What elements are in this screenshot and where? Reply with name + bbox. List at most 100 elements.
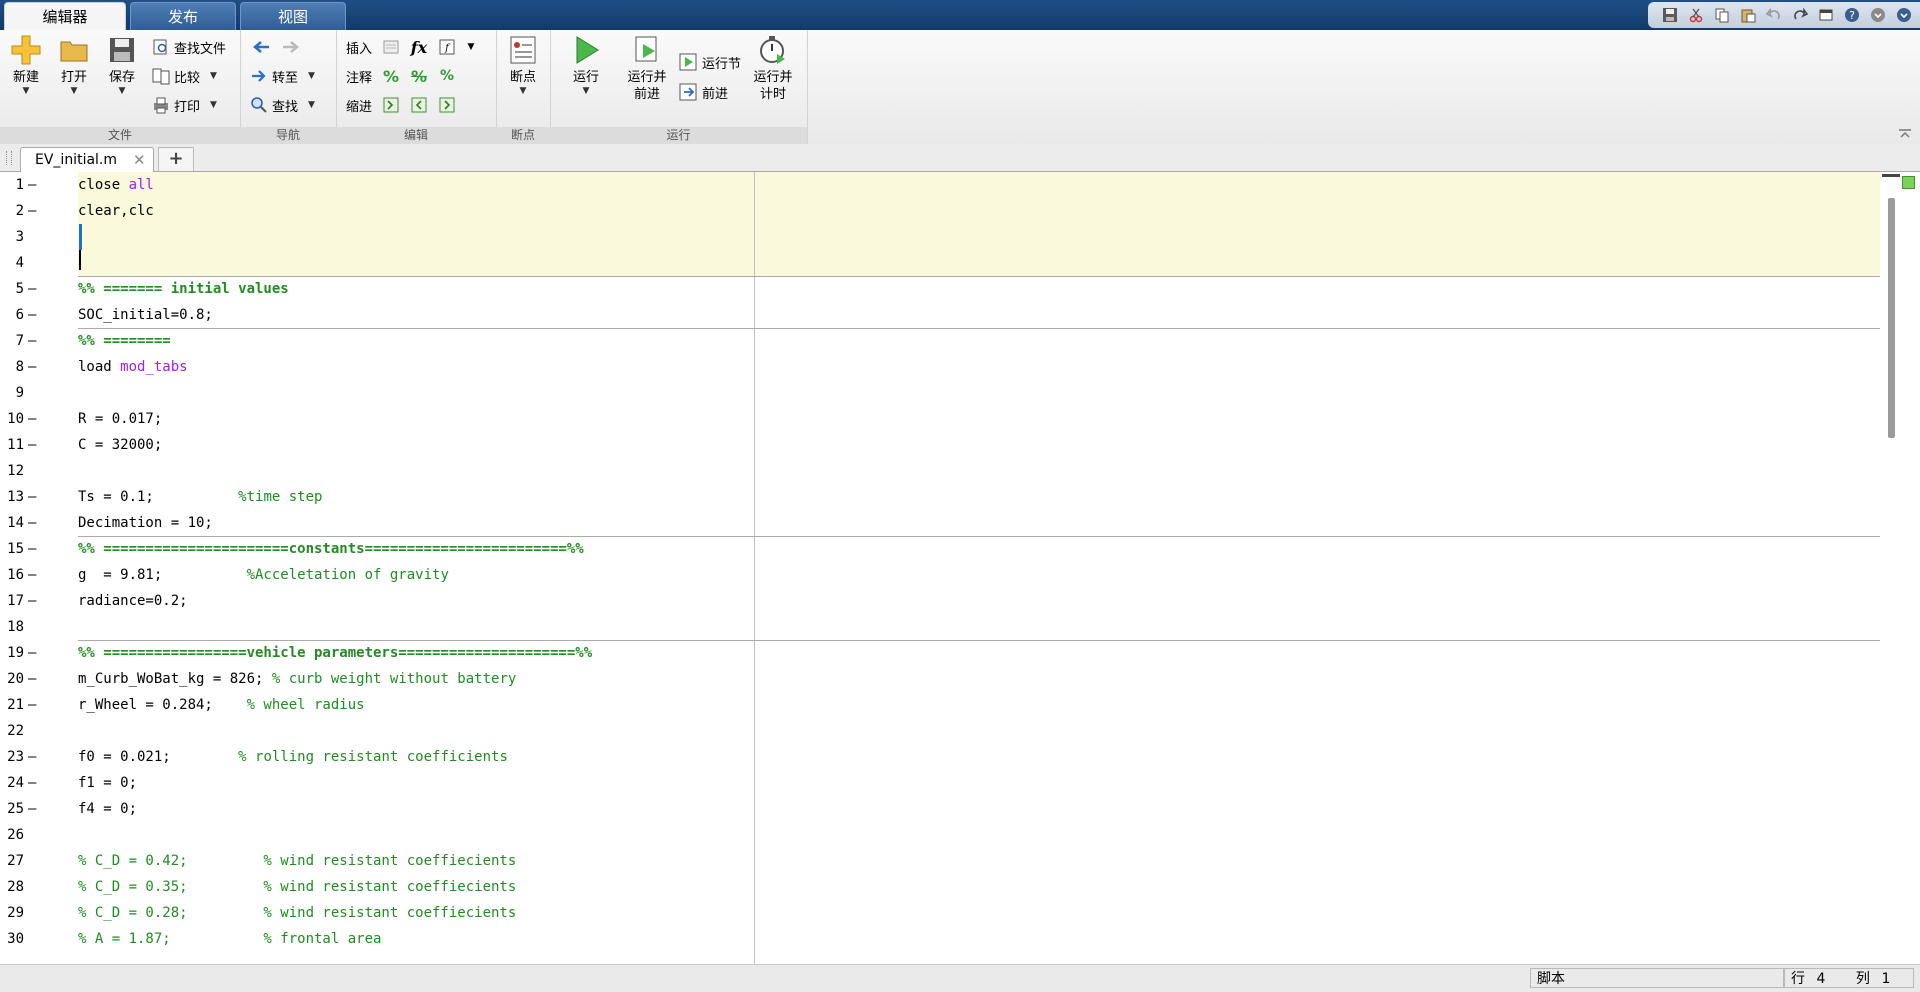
- code-line[interactable]: 30 % A = 1.87; % frontal area: [0, 926, 1880, 952]
- tab-ev-initial[interactable]: EV_initial.m ✕: [20, 147, 154, 172]
- paste-icon[interactable]: [1736, 4, 1760, 26]
- tab-grip[interactable]: [6, 151, 12, 165]
- breakpoint-marker[interactable]: —: [28, 770, 36, 796]
- wrap-comments-icon[interactable]: %: [436, 65, 458, 87]
- code-line[interactable]: 2— clear,clc: [0, 198, 1880, 224]
- copy-icon[interactable]: [1710, 4, 1734, 26]
- insert-section-icon[interactable]: [380, 36, 402, 58]
- insert-function-template-icon[interactable]: f: [436, 36, 458, 58]
- new-button[interactable]: 新建 ▼: [6, 34, 46, 96]
- code-comment: % rolling resistant coefficients: [238, 749, 508, 765]
- breakpoint-marker[interactable]: —: [28, 172, 36, 198]
- code-line[interactable]: 13— Ts = 0.1; %time step: [0, 484, 1880, 510]
- smart-indent-icon[interactable]: [380, 94, 402, 116]
- code-line[interactable]: 11— C = 32000;: [0, 432, 1880, 458]
- code-line[interactable]: 29 % C_D = 0.28; % wind resistant coeffie…: [0, 900, 1880, 926]
- find-button[interactable]: 查找 ▼: [250, 93, 315, 117]
- breakpoint-marker[interactable]: —: [28, 536, 36, 562]
- code-line[interactable]: 22: [0, 718, 1880, 744]
- search-documentation-icon[interactable]: [1866, 4, 1890, 26]
- code-line[interactable]: 16— g = 9.81; %Acceletation of gravity: [0, 562, 1880, 588]
- code-line[interactable]: 28 % C_D = 0.35; % wind resistant coeffie…: [0, 874, 1880, 900]
- code-line[interactable]: 17— radiance=0.2;: [0, 588, 1880, 614]
- code-line[interactable]: 12: [0, 458, 1880, 484]
- code-line[interactable]: 18: [0, 614, 1880, 640]
- breakpoint-marker[interactable]: —: [28, 198, 36, 224]
- breakpoint-marker[interactable]: —: [28, 510, 36, 536]
- code-line[interactable]: 3: [0, 224, 1880, 250]
- breakpoint-marker[interactable]: —: [28, 406, 36, 432]
- code-line[interactable]: 24— f1 = 0;: [0, 770, 1880, 796]
- breakpoint-marker[interactable]: —: [28, 354, 36, 380]
- breakpoints-button[interactable]: 断点 ▼: [502, 34, 544, 96]
- breakpoint-marker[interactable]: —: [28, 562, 36, 588]
- compare-button[interactable]: 比较 ▼: [152, 64, 217, 88]
- code-comment: %time step: [238, 489, 323, 505]
- back-arrow-icon[interactable]: [250, 36, 272, 58]
- insert-dropdown-icon[interactable]: ▼: [460, 36, 482, 58]
- code-line[interactable]: 4: [0, 250, 1880, 276]
- undo-icon[interactable]: [1762, 4, 1786, 26]
- help-icon[interactable]: ?: [1840, 4, 1864, 26]
- breakpoint-marker[interactable]: —: [28, 744, 36, 770]
- breakpoint-marker[interactable]: —: [28, 666, 36, 692]
- scrollbar-split-handle[interactable]: [1882, 174, 1900, 177]
- comment-percent-icon[interactable]: %: [380, 65, 402, 87]
- close-tab-icon[interactable]: ✕: [133, 151, 146, 169]
- breakpoint-marker[interactable]: —: [28, 432, 36, 458]
- code-line[interactable]: 10— R = 0.017;: [0, 406, 1880, 432]
- redo-icon[interactable]: [1788, 4, 1812, 26]
- breakpoint-marker[interactable]: —: [28, 588, 36, 614]
- tab-view[interactable]: 视图: [240, 2, 346, 30]
- breakpoint-marker[interactable]: —: [28, 302, 36, 328]
- find-files-button[interactable]: 查找文件: [152, 35, 226, 59]
- code-line[interactable]: 20— m_Curb_WoBat_kg = 826; % curb weight …: [0, 666, 1880, 692]
- code-line[interactable]: 9: [0, 380, 1880, 406]
- code-line[interactable]: 6— SOC_initial=0.8;: [0, 302, 1880, 328]
- code-editor[interactable]: 1— close all 2— clear,clc 3 4 5—%% ======= ini…: [0, 172, 1920, 964]
- goto-button[interactable]: 转至 ▼: [250, 64, 315, 88]
- breakpoint-marker[interactable]: —: [28, 484, 36, 510]
- code-line[interactable]: 7— %% ========: [0, 328, 1880, 354]
- breakpoint-marker[interactable]: —: [28, 796, 36, 822]
- run-and-advance-button[interactable]: 运行并前进: [624, 34, 670, 103]
- print-button[interactable]: 打印 ▼: [152, 93, 217, 117]
- code-analyzer-status-icon[interactable]: [1902, 176, 1915, 189]
- scrollbar-thumb[interactable]: [1888, 198, 1895, 438]
- switch-windows-icon[interactable]: [1814, 4, 1838, 26]
- breakpoint-marker[interactable]: —: [28, 276, 36, 302]
- minimize-toolstrip-icon[interactable]: [1892, 4, 1916, 26]
- save-icon[interactable]: [1658, 4, 1682, 26]
- open-button[interactable]: 打开 ▼: [54, 34, 94, 96]
- run-section-button[interactable]: 运行节: [678, 50, 741, 74]
- increase-indent-icon[interactable]: [436, 94, 458, 116]
- advance-button[interactable]: 前进: [678, 80, 728, 104]
- code-line[interactable]: 1— close all: [0, 172, 1880, 198]
- code-line[interactable]: 5— %% ======= initial values: [0, 276, 1880, 302]
- insert-function-icon[interactable]: fx: [408, 36, 430, 58]
- collapse-ribbon-icon[interactable]: [1898, 128, 1912, 138]
- code-line[interactable]: 8— load mod_tabs: [0, 354, 1880, 380]
- save-button[interactable]: 保存 ▼: [102, 34, 142, 96]
- new-tab-button[interactable]: +: [158, 147, 194, 171]
- line-number: 25: [7, 801, 24, 817]
- tab-publish[interactable]: 发布: [130, 2, 236, 30]
- uncomment-icon[interactable]: %: [408, 65, 430, 87]
- breakpoint-marker[interactable]: —: [28, 640, 36, 666]
- run-and-time-button[interactable]: 运行并计时: [750, 34, 796, 103]
- code-line[interactable]: 15— %% ======================constants===…: [0, 536, 1880, 562]
- code-line[interactable]: 27 % C_D = 0.42; % wind resistant coeffie…: [0, 848, 1880, 874]
- breakpoint-marker[interactable]: —: [28, 692, 36, 718]
- forward-arrow-icon[interactable]: [280, 36, 302, 58]
- breakpoint-marker[interactable]: —: [28, 328, 36, 354]
- code-line[interactable]: 21— r_Wheel = 0.284; % wheel radius: [0, 692, 1880, 718]
- code-line[interactable]: 26: [0, 822, 1880, 848]
- cut-icon[interactable]: [1684, 4, 1708, 26]
- code-line[interactable]: 23— f0 = 0.021; % rolling resistant coeff…: [0, 744, 1880, 770]
- code-line[interactable]: 25— f4 = 0;: [0, 796, 1880, 822]
- run-button[interactable]: 运行 ▼: [564, 34, 608, 96]
- code-line[interactable]: 19— %% =================vehicle parameter…: [0, 640, 1880, 666]
- code-line[interactable]: 14— Decimation = 10;: [0, 510, 1880, 536]
- decrease-indent-icon[interactable]: [408, 94, 430, 116]
- tab-editor[interactable]: 编辑器: [4, 2, 126, 30]
